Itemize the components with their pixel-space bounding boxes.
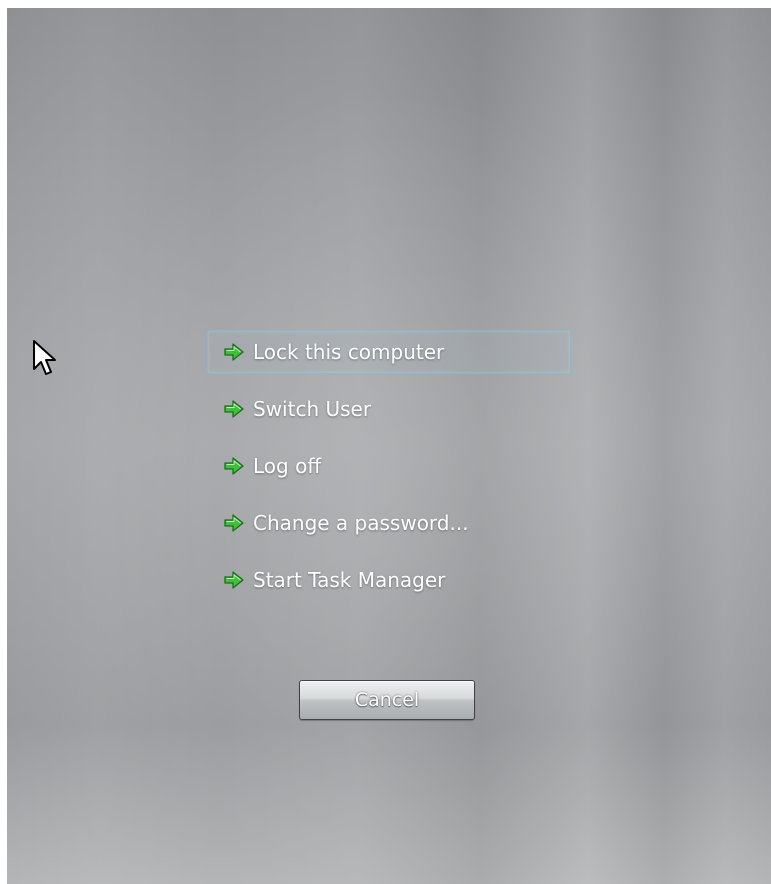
security-options-screen: Lock this computer Switch User Log off C… [7,8,771,884]
mouse-pointer-icon [33,340,56,375]
option-label: Log off [253,454,322,478]
option-label: Lock this computer [253,340,445,364]
option-label: Switch User [253,397,372,421]
option-log-off[interactable]: Log off [207,444,571,488]
option-label: Change a password... [253,511,469,535]
green-arrow-icon [224,400,244,418]
option-lock-this-computer[interactable]: Lock this computer [207,330,571,374]
green-arrow-icon [224,343,244,361]
green-arrow-icon [224,514,244,532]
option-change-password[interactable]: Change a password... [207,501,571,545]
option-start-task-manager[interactable]: Start Task Manager [207,558,571,602]
security-options-menu: Lock this computer Switch User Log off C… [207,330,571,615]
cancel-button[interactable]: Cancel [299,680,475,720]
cancel-button-label: Cancel [354,689,420,711]
green-arrow-icon [224,457,244,475]
green-arrow-icon [224,571,244,589]
option-label: Start Task Manager [253,568,446,592]
option-switch-user[interactable]: Switch User [207,387,571,431]
